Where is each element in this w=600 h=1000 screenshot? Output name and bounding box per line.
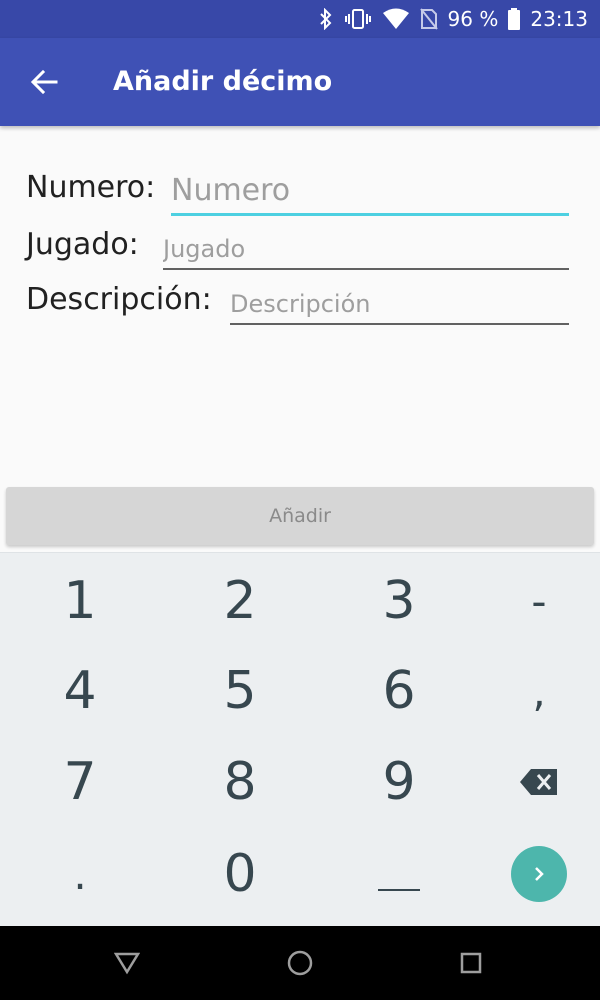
nav-back-button[interactable] — [103, 939, 151, 987]
status-bar: 96 % 23:13 — [0, 0, 600, 38]
bluetooth-icon — [318, 8, 334, 30]
key-4[interactable]: 4 — [5, 645, 155, 737]
numero-input[interactable] — [171, 170, 569, 210]
jugado-input[interactable] — [163, 232, 569, 266]
battery-percent: 96 % — [447, 7, 499, 31]
key-8[interactable]: 8 — [165, 736, 315, 828]
key-5[interactable]: 5 — [165, 645, 315, 737]
arrow-back-icon — [30, 69, 58, 95]
key-1[interactable]: 1 — [5, 555, 155, 647]
key-2[interactable]: 2 — [165, 555, 315, 647]
key-9[interactable]: 9 — [324, 736, 474, 828]
battery-icon — [508, 8, 521, 30]
descripcion-input[interactable] — [230, 287, 569, 321]
jugado-label: Jugado: — [26, 227, 139, 262]
space-key[interactable] — [324, 828, 474, 920]
backspace-icon — [520, 769, 557, 795]
descripcion-label: Descripción: — [26, 282, 212, 317]
chevron-right-icon — [535, 867, 544, 881]
navigation-bar — [0, 926, 600, 1000]
space-icon — [378, 889, 420, 891]
descripcion-underline — [230, 323, 569, 325]
key-0[interactable]: 0 — [165, 828, 315, 920]
add-button[interactable]: Añadir — [6, 487, 594, 545]
page-title: Añadir décimo — [113, 66, 333, 97]
key-period[interactable]: . — [5, 828, 155, 920]
status-icons: 96 % 23:13 — [318, 0, 588, 38]
key-6[interactable]: 6 — [324, 645, 474, 737]
key-7[interactable]: 7 — [5, 736, 155, 828]
nav-home-button[interactable] — [276, 939, 324, 987]
circle-home-icon — [287, 950, 313, 976]
nav-recents-button[interactable] — [447, 939, 495, 987]
square-recents-icon — [460, 952, 482, 974]
key-minus[interactable]: - — [464, 555, 600, 647]
numeric-keypad: 1 2 3 - 4 5 6 , 7 8 9 . 0 — [0, 552, 600, 926]
app-bar: Añadir décimo — [0, 38, 600, 126]
backspace-key[interactable] — [464, 736, 600, 828]
back-button[interactable] — [20, 58, 68, 106]
numero-underline — [171, 213, 569, 216]
go-button[interactable] — [511, 846, 567, 902]
vibrate-icon — [344, 8, 372, 30]
go-key[interactable] — [464, 828, 600, 920]
key-3[interactable]: 3 — [324, 555, 474, 647]
triangle-back-icon — [114, 952, 140, 975]
no-sim-icon — [419, 8, 438, 30]
key-comma[interactable]: , — [464, 645, 600, 737]
wifi-icon — [382, 8, 410, 30]
numero-label: Numero: — [26, 170, 156, 205]
status-time: 23:13 — [530, 7, 588, 31]
jugado-underline — [163, 268, 569, 270]
